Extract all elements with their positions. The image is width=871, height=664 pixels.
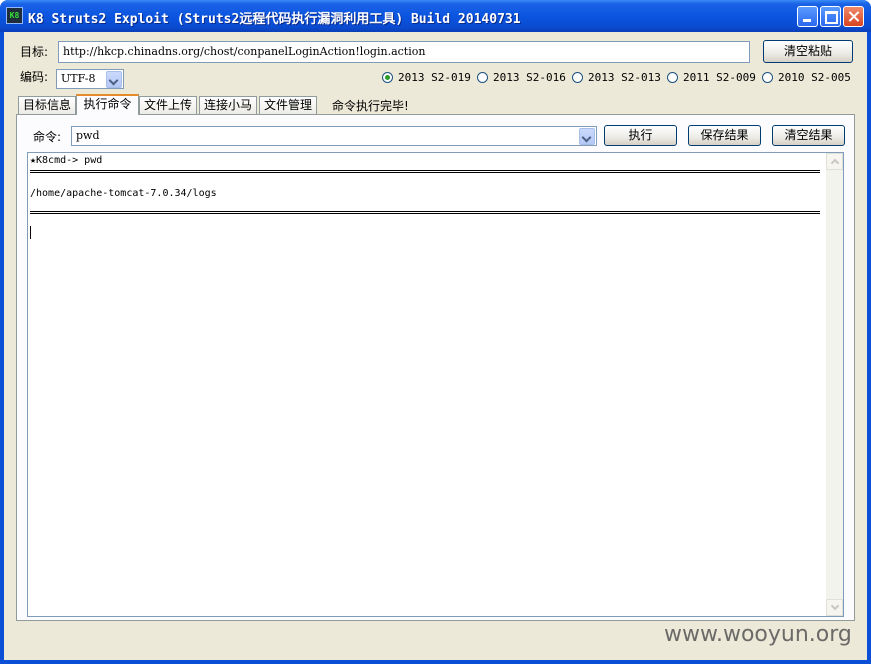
radio-label: 2013 S2-016 xyxy=(493,71,566,84)
target-label: 目标: xyxy=(20,45,49,59)
radio-label: 2013 S2-019 xyxy=(398,71,471,84)
vertical-scrollbar[interactable] xyxy=(826,153,843,616)
radio-label: 2013 S2-013 xyxy=(588,71,661,84)
command-value: pwd xyxy=(76,129,100,142)
maximize-button[interactable] xyxy=(820,6,841,27)
tab-connect-shell[interactable]: 连接小马 xyxy=(199,96,257,114)
radio-label: 2010 S2-005 xyxy=(778,71,851,84)
output-content: ★K8cmd-> pwd /home/apache-tomcat-7.0.34/… xyxy=(30,153,820,229)
title-bar[interactable]: K8 K8 Struts2 Exploit (Struts2远程代码执行漏洞利用… xyxy=(0,0,871,32)
scroll-down-icon[interactable] xyxy=(826,599,843,616)
output-prompt-line: ★K8cmd-> pwd xyxy=(30,155,103,166)
command-input[interactable]: pwd xyxy=(71,126,597,146)
window-client-area: 目标: http://hkcp.chinadns.org/chost/conpa… xyxy=(4,32,867,660)
tab-execute-command[interactable]: 执行命令 xyxy=(76,94,139,115)
encoding-value: UTF-8 xyxy=(61,72,96,85)
radio-s2-019[interactable]: 2013 S2-019 xyxy=(382,71,471,84)
radio-selected-icon xyxy=(382,72,393,83)
minimize-button[interactable] xyxy=(797,6,818,27)
command-output-textarea[interactable]: ★K8cmd-> pwd /home/apache-tomcat-7.0.34/… xyxy=(27,152,844,617)
tab-file-manager[interactable]: 文件管理 xyxy=(259,96,317,114)
chevron-down-icon[interactable] xyxy=(579,128,595,145)
radio-empty-icon xyxy=(762,72,773,83)
watermark: www.wooyun.org xyxy=(664,622,852,647)
target-url-input[interactable]: http://hkcp.chinadns.org/chost/conpanelL… xyxy=(58,41,750,63)
radio-s2-016[interactable]: 2013 S2-016 xyxy=(477,71,566,84)
encoding-select[interactable]: UTF-8 xyxy=(56,69,124,89)
output-result-line: /home/apache-tomcat-7.0.34/logs xyxy=(30,188,217,199)
radio-empty-icon xyxy=(572,72,583,83)
clear-paste-button[interactable]: 清空粘贴 xyxy=(763,40,853,63)
radio-label: 2011 S2-009 xyxy=(683,71,756,84)
radio-s2-005[interactable]: 2010 S2-005 xyxy=(762,71,851,84)
radio-s2-009[interactable]: 2011 S2-009 xyxy=(667,71,756,84)
chevron-down-icon[interactable] xyxy=(106,71,122,88)
radio-s2-013[interactable]: 2013 S2-013 xyxy=(572,71,661,84)
close-button[interactable] xyxy=(843,6,864,27)
scroll-up-icon[interactable] xyxy=(826,153,843,170)
encoding-label: 编码: xyxy=(20,70,49,84)
text-caret xyxy=(30,226,31,239)
output-separator xyxy=(30,211,820,226)
radio-empty-icon xyxy=(667,72,678,83)
status-text: 命令执行完毕! xyxy=(332,99,409,113)
clear-result-button[interactable]: 清空结果 xyxy=(772,125,845,146)
app-window: K8 K8 Struts2 Exploit (Struts2远程代码执行漏洞利用… xyxy=(0,0,871,664)
execute-command-panel: 命令: pwd 执行 保存结果 清空结果 ★K8cmd-> pwd /home/… xyxy=(16,114,855,621)
radio-empty-icon xyxy=(477,72,488,83)
window-title: K8 Struts2 Exploit (Struts2远程代码执行漏洞利用工具)… xyxy=(28,12,521,27)
app-icon: K8 xyxy=(6,7,23,24)
tab-target-info[interactable]: 目标信息 xyxy=(18,96,76,114)
output-separator xyxy=(30,170,820,185)
save-result-button[interactable]: 保存结果 xyxy=(688,125,761,146)
execute-button[interactable]: 执行 xyxy=(604,125,677,146)
command-label: 命令: xyxy=(33,130,62,144)
tab-file-upload[interactable]: 文件上传 xyxy=(139,96,197,114)
